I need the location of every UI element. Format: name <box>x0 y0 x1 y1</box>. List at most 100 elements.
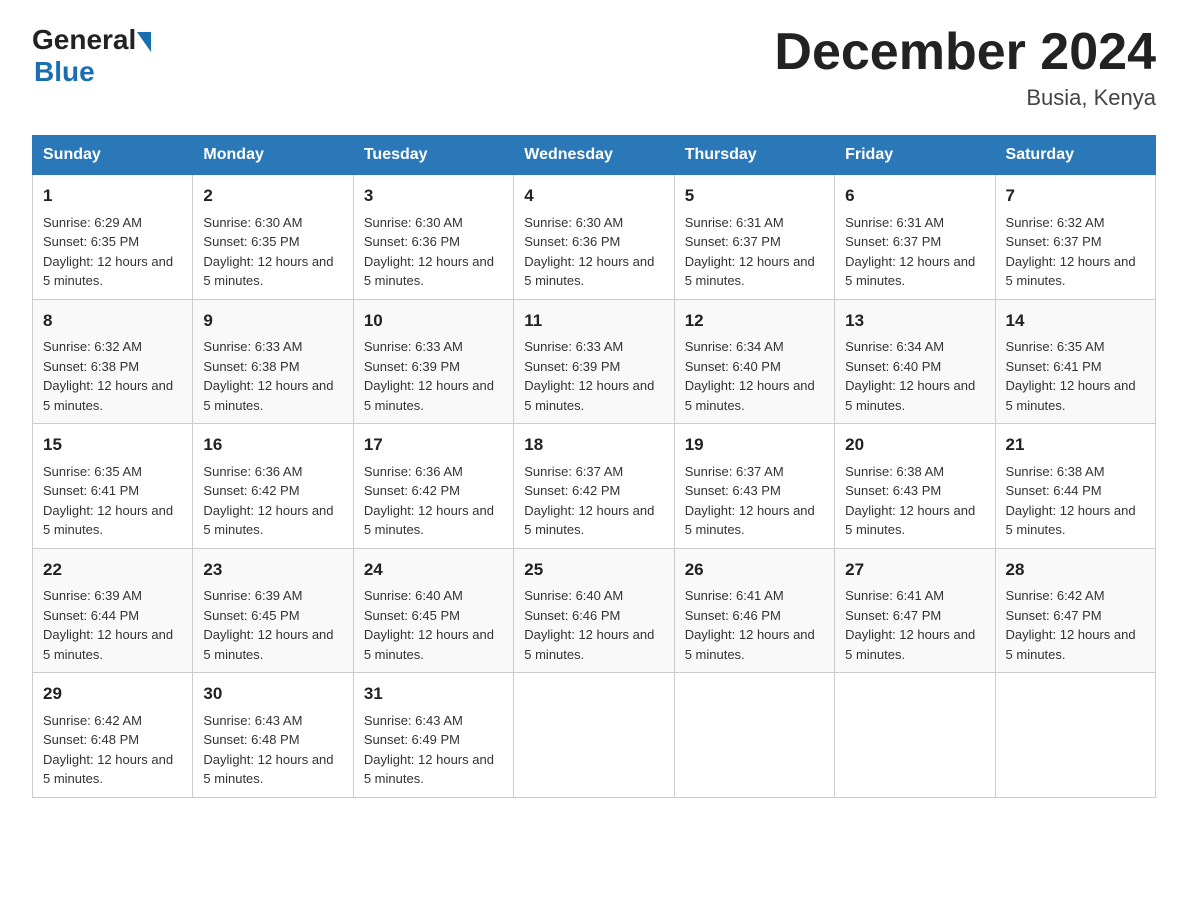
day-info: Sunrise: 6:42 AMSunset: 6:47 PMDaylight:… <box>1006 586 1145 664</box>
day-info: Sunrise: 6:40 AMSunset: 6:45 PMDaylight:… <box>364 586 503 664</box>
calendar-cell: 31 Sunrise: 6:43 AMSunset: 6:49 PMDayligh… <box>353 673 513 798</box>
calendar-cell: 21 Sunrise: 6:38 AMSunset: 6:44 PMDayligh… <box>995 424 1155 549</box>
day-info: Sunrise: 6:35 AMSunset: 6:41 PMDaylight:… <box>43 462 182 540</box>
calendar-cell: 29Sunrise: 6:42 AMSunset: 6:48 PMDayligh… <box>33 673 193 798</box>
day-info: Sunrise: 6:33 AMSunset: 6:39 PMDaylight:… <box>524 337 663 415</box>
day-number: 21 <box>1006 432 1145 458</box>
day-number: 5 <box>685 183 824 209</box>
calendar-cell: 3 Sunrise: 6:30 AMSunset: 6:36 PMDaylight… <box>353 175 513 300</box>
day-number: 7 <box>1006 183 1145 209</box>
day-info: Sunrise: 6:41 AMSunset: 6:46 PMDaylight:… <box>685 586 824 664</box>
calendar-cell: 12Sunrise: 6:34 AMSunset: 6:40 PMDayligh… <box>674 299 834 424</box>
calendar-cell: 7Sunrise: 6:32 AMSunset: 6:37 PMDaylight… <box>995 175 1155 300</box>
calendar-week-row: 8 Sunrise: 6:32 AMSunset: 6:38 PMDaylight… <box>33 299 1156 424</box>
calendar-week-row: 22Sunrise: 6:39 AMSunset: 6:44 PMDayligh… <box>33 548 1156 673</box>
day-number: 14 <box>1006 308 1145 334</box>
day-info: Sunrise: 6:36 AMSunset: 6:42 PMDaylight:… <box>364 462 503 540</box>
day-number: 23 <box>203 557 342 583</box>
location-label: Busia, Kenya <box>774 85 1156 111</box>
day-info: Sunrise: 6:34 AMSunset: 6:40 PMDaylight:… <box>685 337 824 415</box>
day-info: Sunrise: 6:35 AMSunset: 6:41 PMDaylight:… <box>1006 337 1145 415</box>
calendar-week-row: 29Sunrise: 6:42 AMSunset: 6:48 PMDayligh… <box>33 673 1156 798</box>
day-number: 27 <box>845 557 984 583</box>
day-number: 11 <box>524 308 663 334</box>
day-number: 9 <box>203 308 342 334</box>
day-header-thursday: Thursday <box>674 136 834 175</box>
day-header-tuesday: Tuesday <box>353 136 513 175</box>
day-number: 20 <box>845 432 984 458</box>
calendar-cell: 8 Sunrise: 6:32 AMSunset: 6:38 PMDaylight… <box>33 299 193 424</box>
calendar-cell: 13 Sunrise: 6:34 AMSunset: 6:40 PMDayligh… <box>835 299 995 424</box>
day-number: 15 <box>43 432 182 458</box>
day-info: Sunrise: 6:31 AMSunset: 6:37 PMDaylight:… <box>845 213 984 291</box>
day-info: Sunrise: 6:39 AMSunset: 6:44 PMDaylight:… <box>43 586 182 664</box>
day-info: Sunrise: 6:36 AMSunset: 6:42 PMDaylight:… <box>203 462 342 540</box>
calendar-cell: 26 Sunrise: 6:41 AMSunset: 6:46 PMDayligh… <box>674 548 834 673</box>
day-info: Sunrise: 6:30 AMSunset: 6:36 PMDaylight:… <box>524 213 663 291</box>
calendar-week-row: 15 Sunrise: 6:35 AMSunset: 6:41 PMDayligh… <box>33 424 1156 549</box>
day-header-saturday: Saturday <box>995 136 1155 175</box>
title-block: December 2024 Busia, Kenya <box>774 24 1156 111</box>
calendar-cell: 20 Sunrise: 6:38 AMSunset: 6:43 PMDayligh… <box>835 424 995 549</box>
calendar-cell: 15 Sunrise: 6:35 AMSunset: 6:41 PMDayligh… <box>33 424 193 549</box>
day-info: Sunrise: 6:40 AMSunset: 6:46 PMDaylight:… <box>524 586 663 664</box>
day-info: Sunrise: 6:30 AMSunset: 6:35 PMDaylight:… <box>203 213 342 291</box>
logo: General Blue <box>32 24 151 88</box>
day-info: Sunrise: 6:30 AMSunset: 6:36 PMDaylight:… <box>364 213 503 291</box>
calendar-cell: 23 Sunrise: 6:39 AMSunset: 6:45 PMDayligh… <box>193 548 353 673</box>
day-number: 3 <box>364 183 503 209</box>
day-info: Sunrise: 6:34 AMSunset: 6:40 PMDaylight:… <box>845 337 984 415</box>
day-number: 26 <box>685 557 824 583</box>
day-number: 30 <box>203 681 342 707</box>
calendar-cell: 9 Sunrise: 6:33 AMSunset: 6:38 PMDaylight… <box>193 299 353 424</box>
day-info: Sunrise: 6:41 AMSunset: 6:47 PMDaylight:… <box>845 586 984 664</box>
calendar-cell: 16 Sunrise: 6:36 AMSunset: 6:42 PMDayligh… <box>193 424 353 549</box>
calendar-cell: 30 Sunrise: 6:43 AMSunset: 6:48 PMDayligh… <box>193 673 353 798</box>
logo-blue-text: Blue <box>34 56 95 87</box>
day-info: Sunrise: 6:43 AMSunset: 6:48 PMDaylight:… <box>203 711 342 789</box>
calendar-cell: 18 Sunrise: 6:37 AMSunset: 6:42 PMDayligh… <box>514 424 674 549</box>
day-number: 4 <box>524 183 663 209</box>
day-header-sunday: Sunday <box>33 136 193 175</box>
calendar-week-row: 1Sunrise: 6:29 AMSunset: 6:35 PMDaylight… <box>33 175 1156 300</box>
day-info: Sunrise: 6:32 AMSunset: 6:38 PMDaylight:… <box>43 337 182 415</box>
calendar-cell: 27 Sunrise: 6:41 AMSunset: 6:47 PMDayligh… <box>835 548 995 673</box>
logo-general-text: General <box>32 24 136 56</box>
day-number: 16 <box>203 432 342 458</box>
day-number: 24 <box>364 557 503 583</box>
calendar-cell: 28Sunrise: 6:42 AMSunset: 6:47 PMDayligh… <box>995 548 1155 673</box>
day-number: 13 <box>845 308 984 334</box>
day-number: 29 <box>43 681 182 707</box>
day-info: Sunrise: 6:43 AMSunset: 6:49 PMDaylight:… <box>364 711 503 789</box>
calendar-cell: 24 Sunrise: 6:40 AMSunset: 6:45 PMDayligh… <box>353 548 513 673</box>
month-title: December 2024 <box>774 24 1156 81</box>
day-info: Sunrise: 6:37 AMSunset: 6:43 PMDaylight:… <box>685 462 824 540</box>
day-number: 18 <box>524 432 663 458</box>
day-number: 10 <box>364 308 503 334</box>
day-number: 8 <box>43 308 182 334</box>
calendar-cell: 25Sunrise: 6:40 AMSunset: 6:46 PMDayligh… <box>514 548 674 673</box>
calendar-cell: 2 Sunrise: 6:30 AMSunset: 6:35 PMDaylight… <box>193 175 353 300</box>
calendar-cell: 6Sunrise: 6:31 AMSunset: 6:37 PMDaylight… <box>835 175 995 300</box>
day-info: Sunrise: 6:38 AMSunset: 6:43 PMDaylight:… <box>845 462 984 540</box>
calendar-cell <box>514 673 674 798</box>
day-number: 2 <box>203 183 342 209</box>
calendar-cell <box>835 673 995 798</box>
day-info: Sunrise: 6:37 AMSunset: 6:42 PMDaylight:… <box>524 462 663 540</box>
calendar-cell <box>995 673 1155 798</box>
day-number: 1 <box>43 183 182 209</box>
day-header-wednesday: Wednesday <box>514 136 674 175</box>
day-number: 31 <box>364 681 503 707</box>
calendar-cell <box>674 673 834 798</box>
day-header-monday: Monday <box>193 136 353 175</box>
calendar-cell: 14 Sunrise: 6:35 AMSunset: 6:41 PMDayligh… <box>995 299 1155 424</box>
day-info: Sunrise: 6:33 AMSunset: 6:38 PMDaylight:… <box>203 337 342 415</box>
day-number: 17 <box>364 432 503 458</box>
day-info: Sunrise: 6:31 AMSunset: 6:37 PMDaylight:… <box>685 213 824 291</box>
day-header-friday: Friday <box>835 136 995 175</box>
day-info: Sunrise: 6:39 AMSunset: 6:45 PMDaylight:… <box>203 586 342 664</box>
calendar-table: SundayMondayTuesdayWednesdayThursdayFrid… <box>32 135 1156 798</box>
day-info: Sunrise: 6:38 AMSunset: 6:44 PMDaylight:… <box>1006 462 1145 540</box>
page-header: General Blue December 2024 Busia, Kenya <box>32 24 1156 111</box>
calendar-cell: 1Sunrise: 6:29 AMSunset: 6:35 PMDaylight… <box>33 175 193 300</box>
